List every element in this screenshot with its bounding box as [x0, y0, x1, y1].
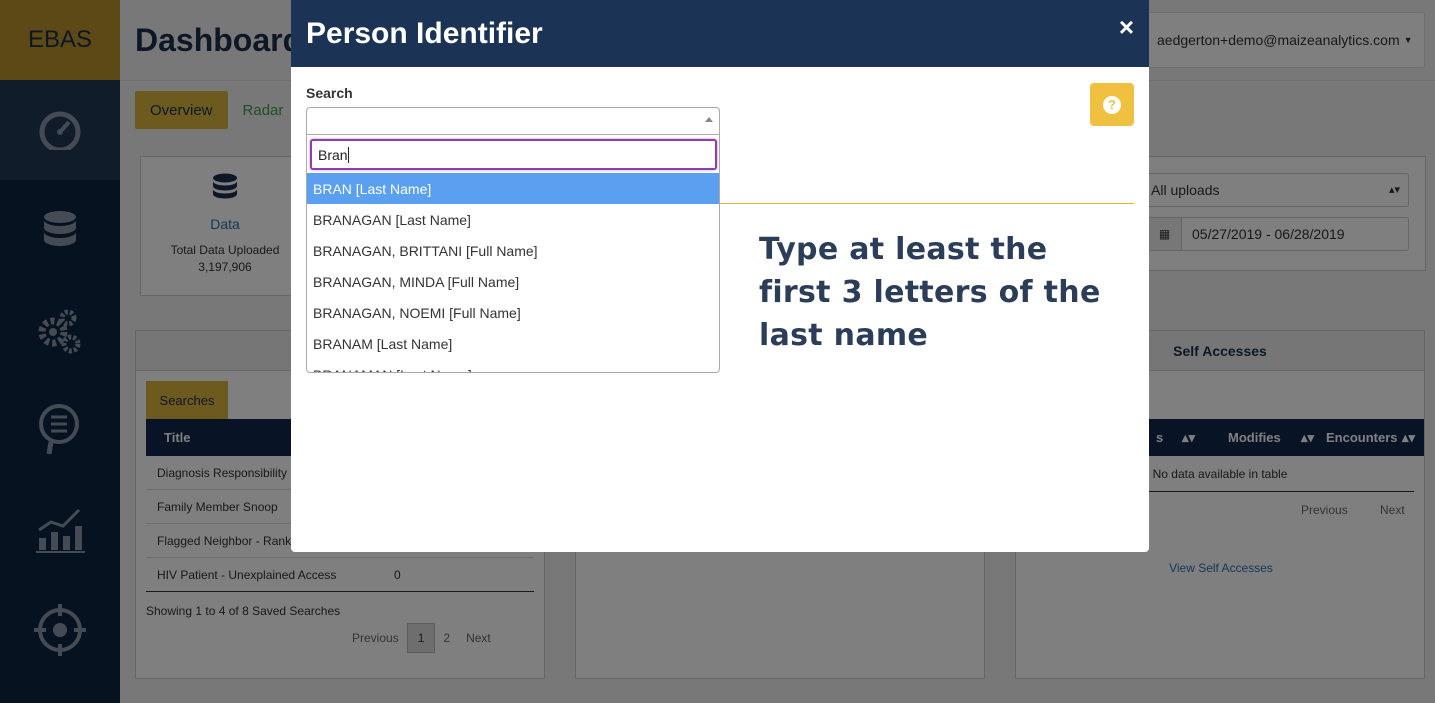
search-input[interactable]: Bran: [310, 139, 717, 170]
modal-title: Person Identifier: [306, 16, 543, 50]
search-label: Search: [306, 85, 353, 101]
result-option[interactable]: BRANAGAN, BRITTANI [Full Name]: [307, 235, 719, 266]
result-option[interactable]: BRANAMAN [Last Name]: [307, 359, 719, 373]
result-option[interactable]: BRANAGAN, NOEMI [Full Name]: [307, 297, 719, 328]
modal-header: Person Identifier: [291, 0, 1149, 67]
help-button[interactable]: ?: [1090, 83, 1134, 126]
result-option[interactable]: BRAN [Last Name]: [307, 173, 719, 204]
search-results[interactable]: BRAN [Last Name] BRANAGAN [Last Name] BR…: [307, 173, 719, 372]
person-search-select[interactable]: Bran BRAN [Last Name] BRANAGAN [Last Nam…: [306, 107, 720, 373]
person-identifier-modal: Person Identifier × Search ? Type at lea…: [291, 0, 1149, 552]
question-icon: ?: [1103, 95, 1121, 114]
text-cursor: [347, 146, 349, 163]
select-selection[interactable]: [307, 108, 719, 135]
result-option[interactable]: BRANAGAN [Last Name]: [307, 204, 719, 235]
caret-up-icon: [705, 117, 713, 122]
divider: [720, 203, 1134, 204]
result-option[interactable]: BRANAM [Last Name]: [307, 328, 719, 359]
search-input-value: Bran: [318, 146, 348, 163]
search-hint: Type at least the first 3 letters of the…: [759, 232, 1101, 353]
result-option[interactable]: BRANAGAN, MINDA [Full Name]: [307, 266, 719, 297]
close-icon[interactable]: ×: [1119, 12, 1134, 43]
